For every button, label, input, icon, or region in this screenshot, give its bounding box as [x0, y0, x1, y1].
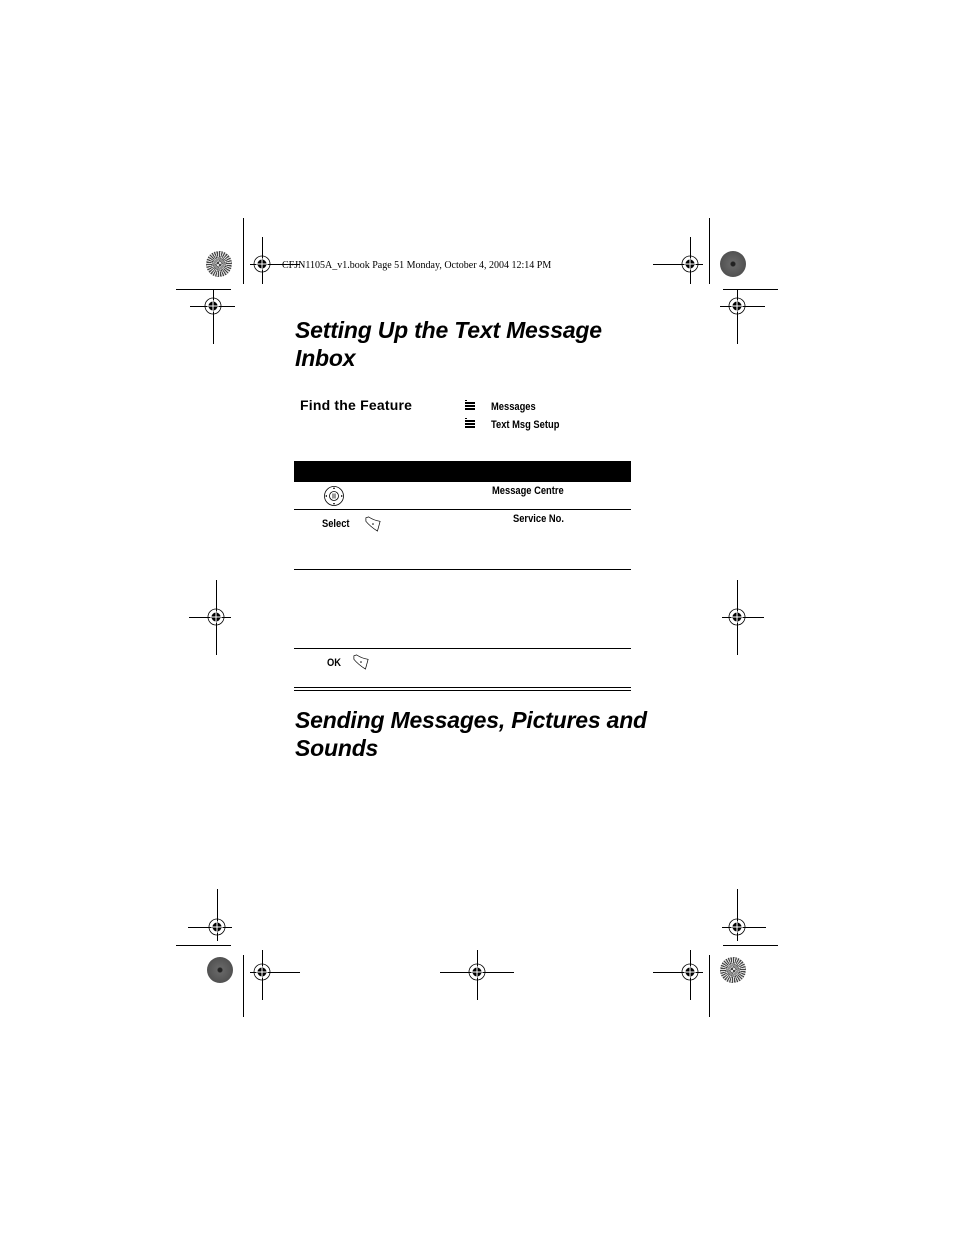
title-line: Setting Up the Text Message: [295, 317, 602, 343]
soft-key-icon: [353, 654, 369, 670]
crop-line: [243, 955, 244, 1017]
registration-star-icon: [207, 957, 233, 983]
print-header: CFJN1105A_v1.book Page 51 Monday, Octobe…: [282, 260, 552, 271]
crop-line: [709, 218, 710, 284]
nav-key-icon: [324, 486, 344, 506]
registration-target-icon: [204, 297, 222, 315]
registration-star-icon: [206, 251, 232, 277]
row-divider: [294, 509, 631, 510]
soft-key-icon: [365, 516, 381, 532]
row-divider: [294, 648, 631, 649]
table-bottom-rule: [294, 687, 631, 688]
registration-target-icon: [253, 963, 271, 981]
menu-path-item: Messages: [465, 400, 544, 413]
registration-target-icon: [728, 297, 746, 315]
registration-target-icon: [681, 255, 699, 273]
crop-line: [709, 955, 710, 1017]
menu-path-item: Text Msg Setup: [465, 418, 571, 431]
menu-key-icon: [465, 400, 475, 413]
step-detail: Message Centre: [492, 485, 564, 497]
table-bottom-rule: [294, 690, 631, 691]
section-title-sending-messages: Sending Messages, Pictures and Sounds: [295, 706, 675, 762]
row-divider: [294, 569, 631, 570]
title-line: Sounds: [295, 735, 379, 761]
crop-line: [243, 218, 244, 284]
crop-line: [176, 289, 231, 290]
registration-star-icon: [720, 957, 746, 983]
registration-target-icon: [253, 255, 271, 273]
registration-target-icon: [728, 608, 746, 626]
registration-target-icon: [681, 963, 699, 981]
title-line: Sending Messages, Pictures and: [295, 707, 647, 733]
step-action-label: OK: [327, 657, 342, 669]
table-header-bar: [294, 461, 631, 482]
crop-line: [723, 945, 778, 946]
crop-line: [176, 945, 231, 946]
registration-target-icon: [207, 608, 225, 626]
registration-target-icon: [468, 963, 486, 981]
find-feature-label: Find the Feature: [300, 397, 413, 413]
registration-target-icon: [208, 918, 226, 936]
section-title-setup-inbox: Setting Up the Text Message Inbox: [295, 316, 675, 372]
menu-key-icon: [465, 418, 475, 431]
menu-path-label: Text Msg Setup: [491, 418, 560, 431]
crop-line: [723, 289, 778, 290]
registration-target-icon: [728, 918, 746, 936]
registration-star-icon: [720, 251, 746, 277]
title-line: Inbox: [295, 345, 356, 371]
menu-path-label: Messages: [491, 400, 536, 413]
step-detail: Service No.: [513, 513, 564, 525]
step-action-label: Select: [322, 518, 350, 530]
